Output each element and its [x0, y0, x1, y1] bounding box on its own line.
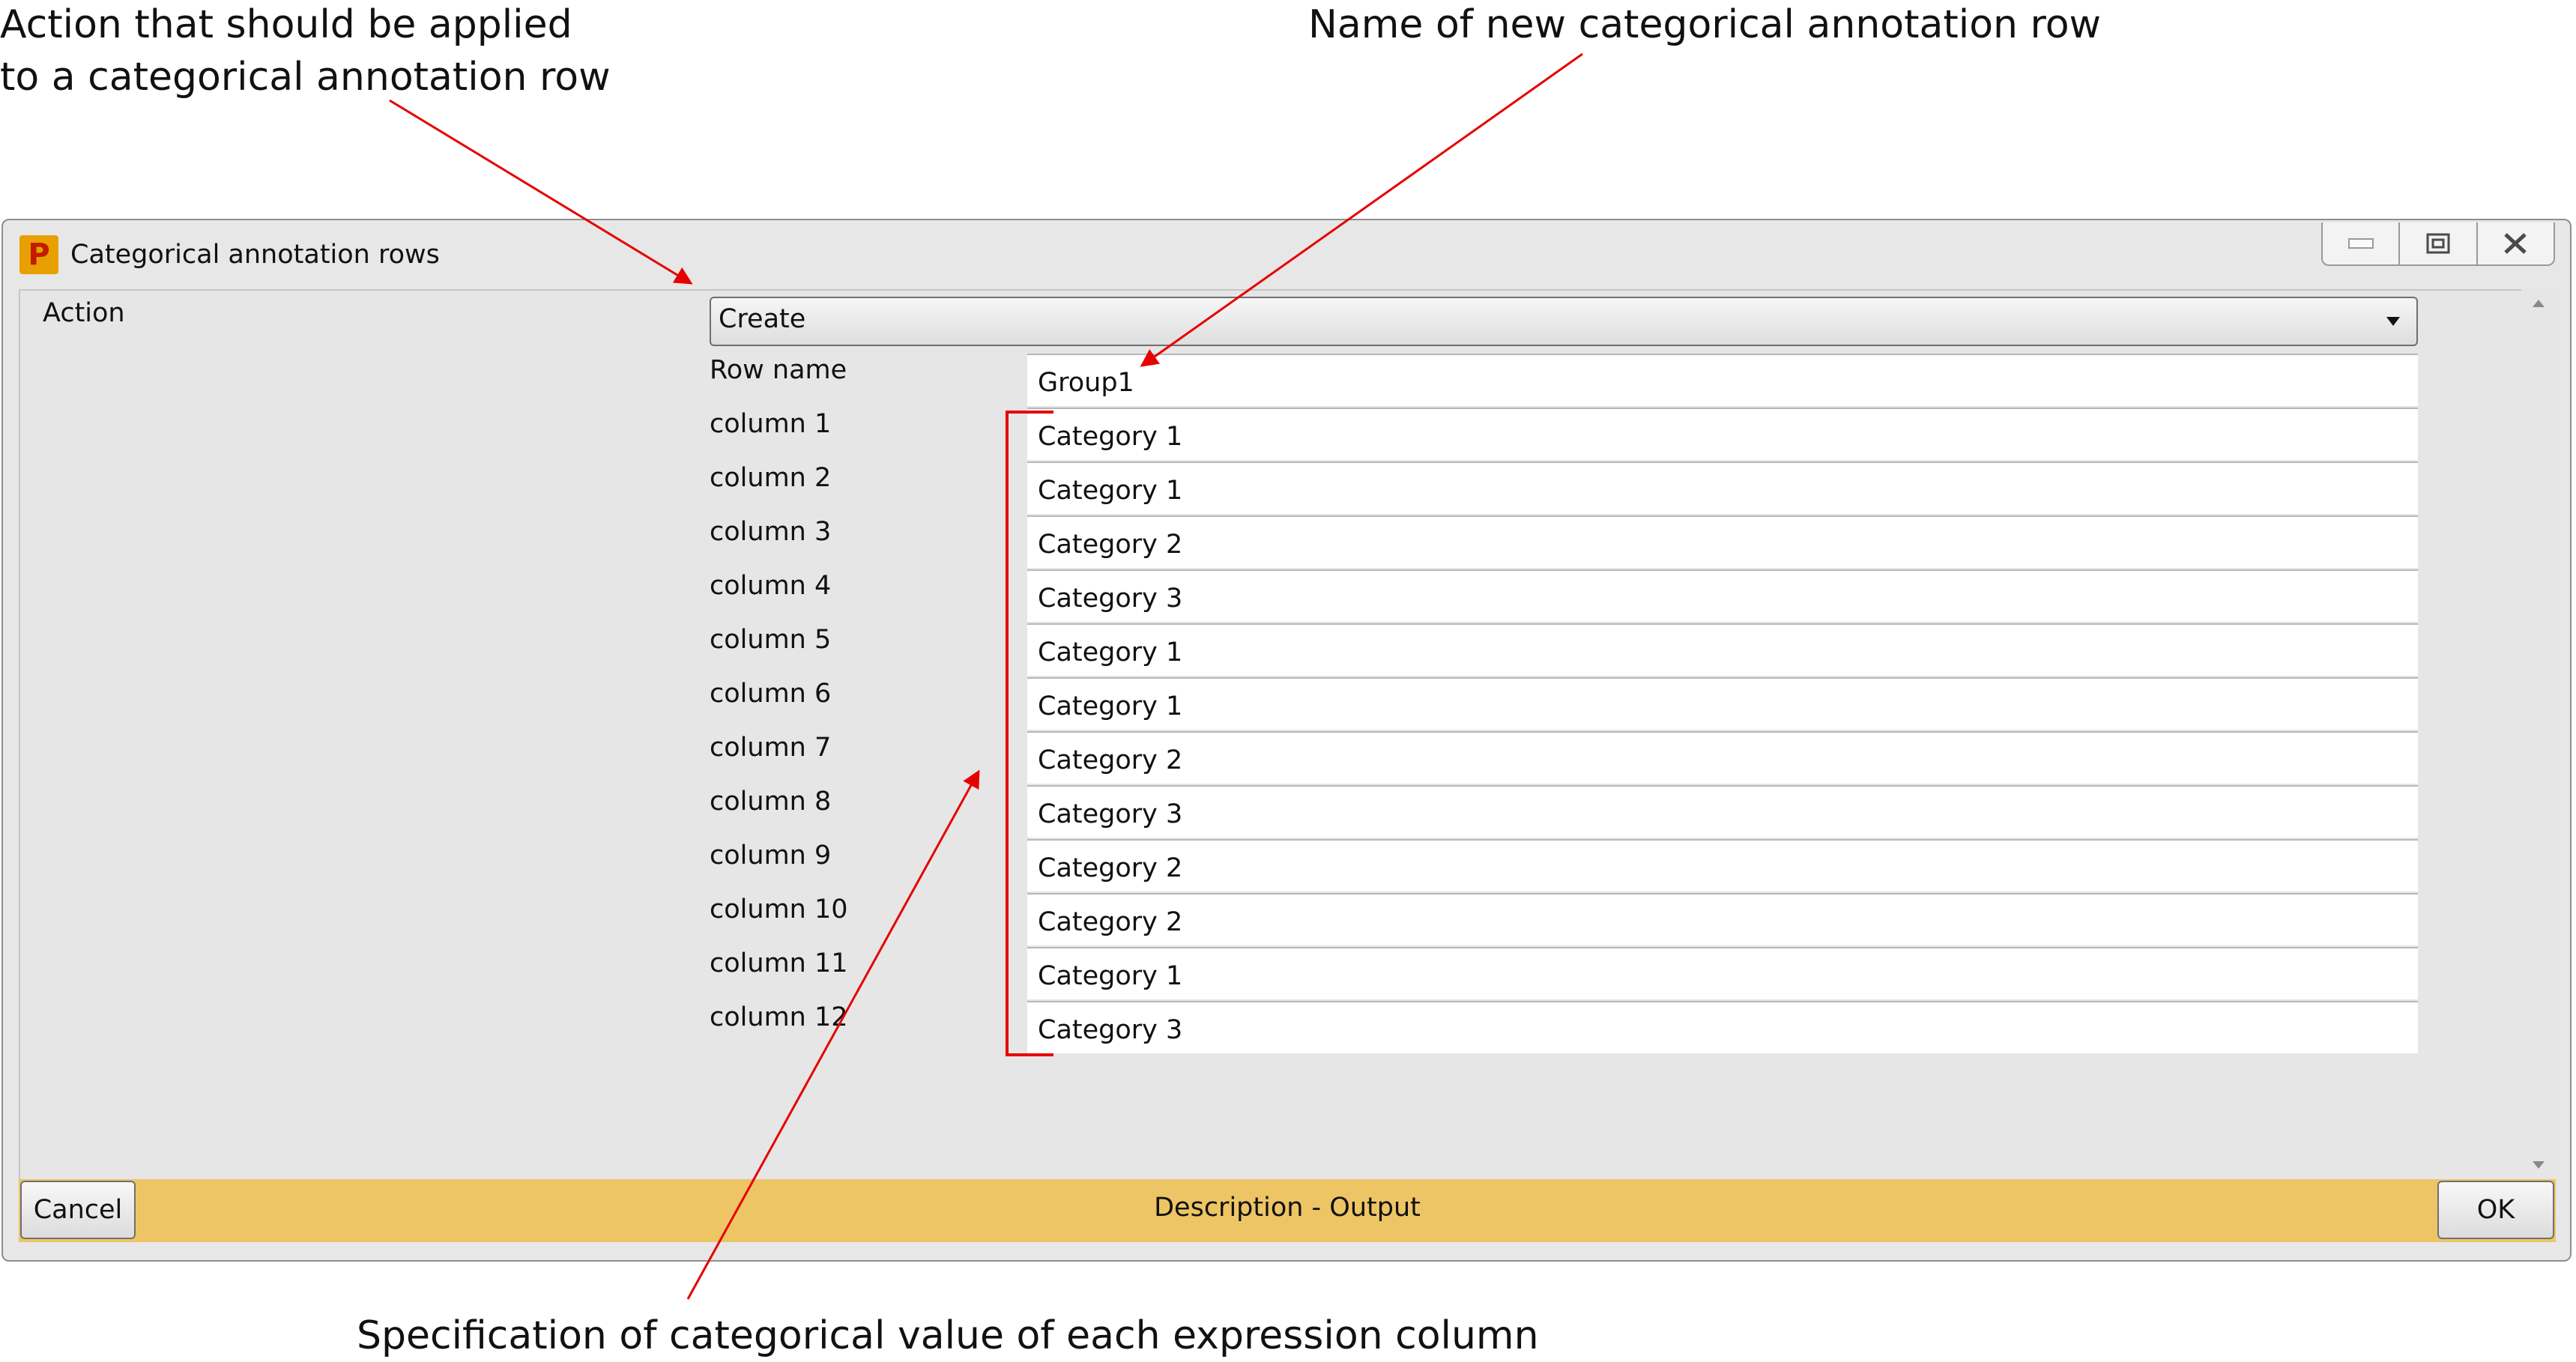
column-label: column 8: [710, 787, 832, 817]
parameter-panel: Action Create Row name column 1 column 2…: [19, 289, 2523, 1181]
column-label: column 3: [710, 517, 832, 547]
scroll-down-icon[interactable]: [2533, 1161, 2545, 1169]
perseus-p-icon: P: [19, 235, 58, 274]
action-dropdown[interactable]: Create: [710, 297, 2418, 346]
column-label: column 5: [710, 625, 832, 655]
annotation-row-name: Name of new categorical annotation row: [1308, 2, 2102, 47]
column-category-input[interactable]: [1027, 1001, 2418, 1053]
column-category-input[interactable]: [1027, 677, 2418, 730]
window-title: Categorical annotation rows: [70, 240, 440, 270]
close-icon: [2504, 233, 2527, 254]
column-category-input[interactable]: [1027, 461, 2418, 514]
column-label: column 9: [710, 841, 832, 871]
action-label: Action: [43, 298, 125, 328]
annotation-action: Action that should be applied to a categ…: [0, 0, 611, 103]
column-label: column 2: [710, 463, 832, 493]
row-name-label: Row name: [710, 355, 847, 385]
row-name-input[interactable]: [1027, 354, 2418, 406]
column-label: column 6: [710, 679, 832, 709]
column-label: column 11: [710, 948, 848, 978]
cancel-button[interactable]: Cancel: [20, 1181, 136, 1239]
column-category-input[interactable]: [1027, 623, 2418, 676]
action-selected-value: Create: [719, 304, 806, 334]
column-category-input[interactable]: [1027, 569, 2418, 622]
column-label: column 1: [710, 409, 832, 439]
dialog-window: P Categorical annotation rows Action Cre…: [1, 219, 2572, 1262]
column-label: column 10: [710, 895, 848, 924]
restore-icon: [2426, 233, 2450, 254]
annotation-action-line1: Action that should be applied: [0, 2, 572, 47]
column-category-input[interactable]: [1027, 408, 2418, 460]
status-text: Description - Output: [1154, 1193, 1421, 1223]
status-bar: Description - Output Cancel OK: [19, 1179, 2556, 1242]
column-category-input[interactable]: [1027, 893, 2418, 945]
annotation-action-line2: to a categorical annotation row: [0, 55, 611, 100]
column-label: column 7: [710, 733, 832, 763]
close-button[interactable]: [2476, 223, 2554, 264]
dropdown-arrow-icon: [2386, 317, 2400, 326]
minimize-icon: [2347, 238, 2374, 249]
vertical-scrollbar[interactable]: [2521, 289, 2557, 1179]
column-category-input[interactable]: [1027, 785, 2418, 838]
ok-button[interactable]: OK: [2437, 1181, 2554, 1239]
scroll-up-icon[interactable]: [2533, 300, 2545, 307]
column-label: column 4: [710, 571, 832, 601]
annotation-specification: Specification of categorical value of ea…: [357, 1313, 1539, 1358]
column-category-input[interactable]: [1027, 947, 2418, 999]
restore-button[interactable]: [2398, 223, 2476, 264]
column-label: column 12: [710, 1002, 848, 1032]
title-bar: P Categorical annotation rows: [3, 220, 2570, 289]
column-category-input[interactable]: [1027, 839, 2418, 892]
column-category-input[interactable]: [1027, 731, 2418, 784]
column-category-input[interactable]: [1027, 515, 2418, 568]
minimize-button[interactable]: [2323, 223, 2398, 264]
window-controls: [2321, 223, 2555, 266]
